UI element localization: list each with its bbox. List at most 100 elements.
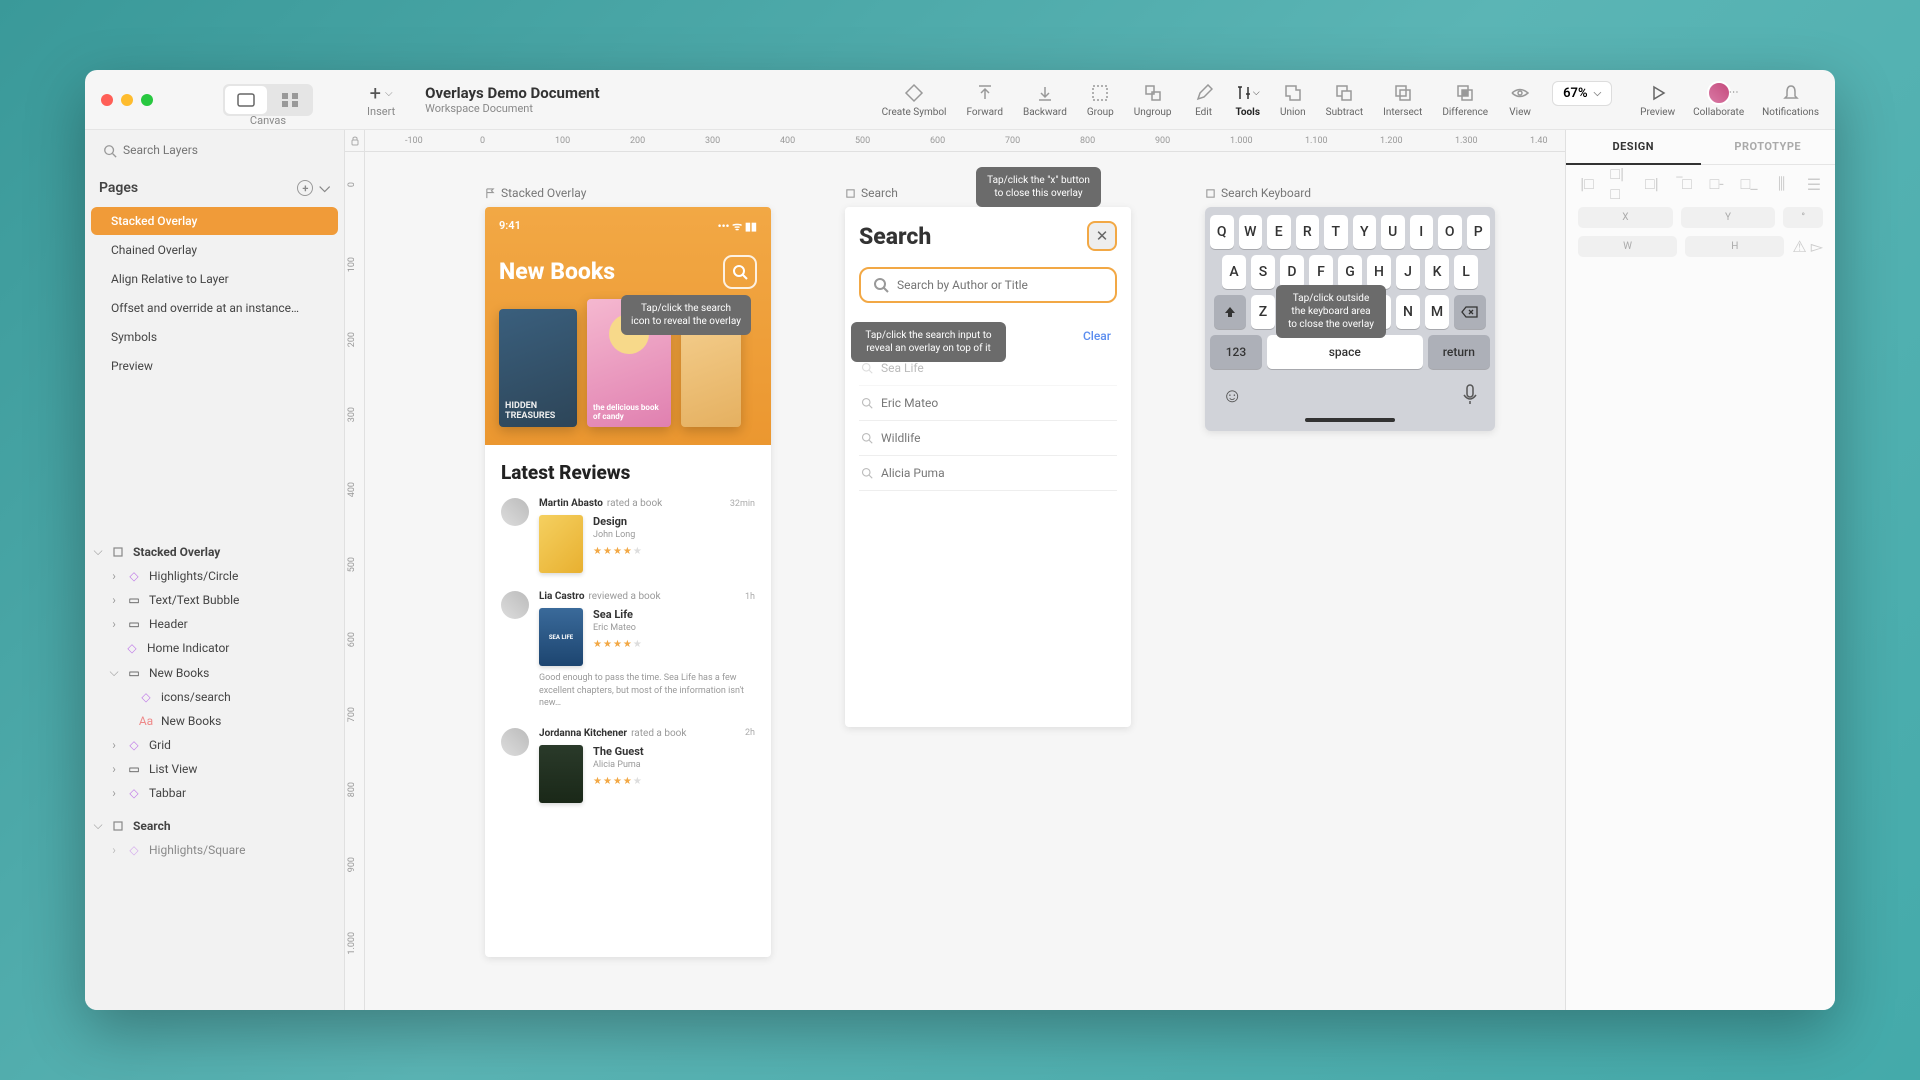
collaborate-button[interactable]: ⋯Collaborate xyxy=(1693,81,1744,118)
difference-button[interactable]: Difference xyxy=(1442,81,1488,118)
layer-item[interactable]: ›◇Grid xyxy=(85,733,344,757)
search-icon-button[interactable] xyxy=(723,255,757,289)
keyboard-key[interactable]: Y xyxy=(1353,215,1377,249)
keyboard-key[interactable]: M xyxy=(1425,295,1449,329)
keyboard-key[interactable]: Q xyxy=(1210,215,1234,249)
mic-icon[interactable] xyxy=(1462,383,1478,408)
keyboard-key[interactable]: J xyxy=(1396,255,1420,289)
layer-item[interactable]: ›▭List View xyxy=(85,757,344,781)
y-field[interactable]: Y xyxy=(1681,207,1776,228)
page-item[interactable]: Offset and override at an instance… xyxy=(91,294,338,322)
keyboard-key[interactable]: F xyxy=(1309,255,1333,289)
page-item[interactable]: Symbols xyxy=(91,323,338,351)
insert-section[interactable]: + ⌵ Insert xyxy=(367,81,395,118)
layer-item[interactable]: ›◇Highlights/Circle xyxy=(85,564,344,588)
close-window-icon[interactable] xyxy=(101,94,113,106)
align-center-v-icon[interactable]: □- xyxy=(1708,175,1726,193)
maximize-window-icon[interactable] xyxy=(141,94,153,106)
tab-design[interactable]: DESIGN xyxy=(1566,130,1701,165)
return-key[interactable]: return xyxy=(1428,335,1490,369)
close-button[interactable]: ✕ xyxy=(1087,221,1117,251)
emoji-icon[interactable]: ☺ xyxy=(1222,383,1242,408)
keyboard-key[interactable]: W xyxy=(1239,215,1263,249)
keyboard-key[interactable]: R xyxy=(1296,215,1320,249)
x-field[interactable]: X xyxy=(1578,207,1673,228)
keyboard-key[interactable]: T xyxy=(1324,215,1348,249)
notifications-button[interactable]: Notifications xyxy=(1762,81,1819,118)
subtract-button[interactable]: Subtract xyxy=(1326,81,1363,118)
keyboard-key[interactable]: L xyxy=(1454,255,1478,289)
search-history-item[interactable]: Wildlife xyxy=(859,421,1117,456)
align-right-icon[interactable]: □| xyxy=(1643,175,1661,193)
search-input[interactable] xyxy=(897,278,1103,292)
review-item[interactable]: Jordanna Kitchenerrated a book2hThe Gues… xyxy=(501,728,755,803)
page-item[interactable]: Stacked Overlay xyxy=(91,207,338,235)
stacked-overlay-artboard[interactable]: 9:41 ••• ᯤ ▮▮ New Books Tap/click the se… xyxy=(485,207,771,957)
backspace-key[interactable] xyxy=(1454,295,1486,329)
keyboard-key[interactable]: O xyxy=(1438,215,1462,249)
h-field[interactable]: H xyxy=(1685,236,1784,257)
canvas-content[interactable]: Stacked Overlay Search Search Keyboard 9… xyxy=(365,152,1565,1010)
keyboard-key[interactable]: A xyxy=(1222,255,1246,289)
keyboard-key[interactable]: P xyxy=(1467,215,1491,249)
clear-button[interactable]: Clear xyxy=(1083,329,1111,343)
keyboard-key[interactable]: N xyxy=(1396,295,1420,329)
distribute-h-icon[interactable]: ⫼ xyxy=(1773,175,1791,193)
view-button[interactable]: View xyxy=(1508,81,1532,118)
traffic-lights[interactable] xyxy=(101,94,153,106)
edit-button[interactable]: Edit xyxy=(1192,81,1216,118)
add-page-button[interactable]: + xyxy=(297,180,313,196)
distribute-v-icon[interactable]: ☰ xyxy=(1805,175,1823,193)
search-history-item[interactable]: Alicia Puma xyxy=(859,456,1117,491)
layer-artboard[interactable]: ⌵Stacked Overlay xyxy=(85,539,344,564)
shift-key[interactable] xyxy=(1214,295,1246,329)
components-view-button[interactable] xyxy=(269,86,311,114)
preview-button[interactable]: Preview xyxy=(1640,81,1675,118)
canvas-view-button[interactable] xyxy=(225,86,267,114)
layer-item[interactable]: ⌵▭New Books xyxy=(85,660,344,685)
align-top-icon[interactable]: ‾□ xyxy=(1675,175,1693,193)
layer-item[interactable]: ›▭Header xyxy=(85,612,344,636)
union-button[interactable]: Union xyxy=(1280,81,1306,118)
keyboard-key[interactable]: D xyxy=(1280,255,1304,289)
keyboard-key[interactable]: I xyxy=(1410,215,1434,249)
review-item[interactable]: Martin Abastorated a book32minDesignJohn… xyxy=(501,498,755,573)
artboard-label[interactable]: Search Keyboard xyxy=(1205,186,1311,200)
keyboard-key[interactable]: H xyxy=(1367,255,1391,289)
intersect-button[interactable]: Intersect xyxy=(1383,81,1422,118)
layer-artboard[interactable]: ⌵Search xyxy=(85,813,344,838)
create-symbol-button[interactable]: Create Symbol xyxy=(882,81,947,118)
keyboard-key[interactable]: E xyxy=(1267,215,1291,249)
search-input-wrapper[interactable] xyxy=(859,267,1117,303)
space-key[interactable]: space xyxy=(1267,335,1423,369)
lock-icon[interactable]: ⚠ xyxy=(1792,237,1806,256)
keyboard-key[interactable]: K xyxy=(1425,255,1449,289)
minimize-window-icon[interactable] xyxy=(121,94,133,106)
align-center-h-icon[interactable]: □|□ xyxy=(1610,175,1628,193)
align-bottom-icon[interactable]: □_ xyxy=(1740,175,1758,193)
layer-item[interactable]: ◇Home Indicator xyxy=(85,636,344,660)
page-item[interactable]: Align Relative to Layer xyxy=(91,265,338,293)
angle-field[interactable]: ° xyxy=(1783,207,1823,228)
page-item[interactable]: Chained Overlay xyxy=(91,236,338,264)
search-artboard[interactable]: Tap/click the "x" button to close this o… xyxy=(845,207,1131,727)
keyboard-artboard[interactable]: QWERTYUIOP ASDFGHJKL ZXCVBNM Tap/click o… xyxy=(1205,207,1495,431)
keyboard-key[interactable]: Z xyxy=(1251,295,1275,329)
keyboard-key[interactable]: U xyxy=(1381,215,1405,249)
zoom-dropdown[interactable]: 67%⌵ xyxy=(1552,81,1612,106)
w-field[interactable]: W xyxy=(1578,236,1677,257)
search-layers-input[interactable] xyxy=(97,138,332,162)
view-toggle[interactable]: Canvas xyxy=(223,84,313,116)
keyboard-key[interactable]: S xyxy=(1251,255,1275,289)
align-left-icon[interactable]: |□ xyxy=(1578,175,1596,193)
review-item[interactable]: Lia Castroreviewed a book1hSEA LIFESea L… xyxy=(501,591,755,710)
forward-button[interactable]: Forward xyxy=(966,81,1003,118)
ungroup-button[interactable]: Ungroup xyxy=(1134,81,1172,118)
canvas[interactable]: -10001002003004005006007008009001.0001.1… xyxy=(345,130,1565,1010)
artboard-label[interactable]: Search xyxy=(845,186,898,200)
layer-item[interactable]: ›▭Text/Text Bubble xyxy=(85,588,344,612)
layer-item[interactable]: AaNew Books xyxy=(85,709,344,733)
layer-item[interactable]: ›◇Highlights/Square xyxy=(85,838,344,862)
group-button[interactable]: Group xyxy=(1087,81,1114,118)
page-item[interactable]: Preview xyxy=(91,352,338,380)
